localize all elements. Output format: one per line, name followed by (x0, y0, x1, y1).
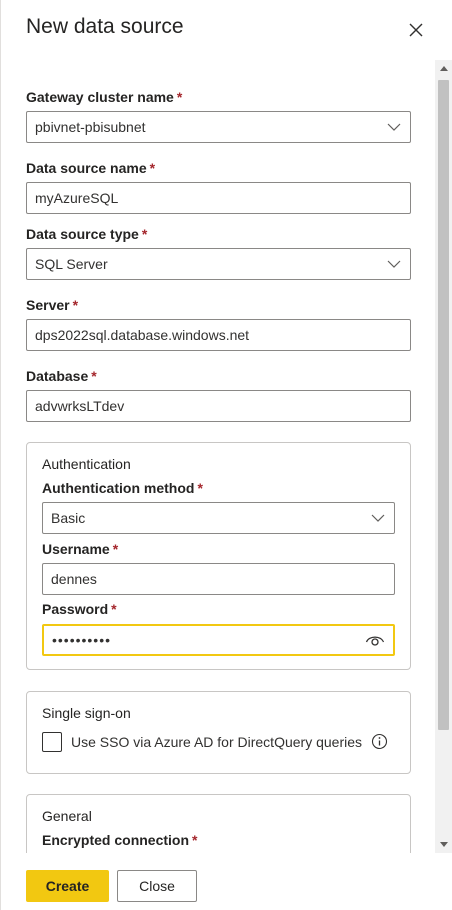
close-icon[interactable] (405, 19, 427, 41)
password-value: •••••••••• (52, 632, 112, 648)
close-button[interactable]: Close (117, 870, 197, 902)
general-group: General Encrypted connection * (26, 794, 411, 853)
required-marker: * (141, 226, 148, 242)
server-label-text: Server (26, 297, 70, 313)
required-marker: * (72, 297, 79, 313)
username-label: Username * (42, 541, 118, 557)
authentication-title: Authentication (42, 456, 131, 472)
encrypted-connection-label-text: Encrypted connection (42, 832, 190, 848)
password-input[interactable]: •••••••••• (42, 624, 395, 656)
database-value: advwrksLTdev (35, 398, 125, 414)
auth-method-label: Authentication method * (42, 480, 203, 496)
new-data-source-panel: New data source Gateway cluster name * pb… (0, 0, 452, 910)
data-source-type-value: SQL Server (35, 256, 108, 272)
database-label: Database * (26, 368, 97, 384)
scroll-up-arrow-icon[interactable] (435, 60, 452, 77)
password-label-text: Password (42, 601, 109, 617)
server-input[interactable]: dps2022sql.database.windows.net (26, 319, 411, 351)
info-icon[interactable] (371, 733, 388, 750)
sso-checkbox-label: Use SSO via Azure AD for DirectQuery que… (71, 734, 362, 750)
dialog-footer: Create Close (1, 853, 452, 910)
required-marker: * (112, 541, 119, 557)
chevron-down-icon (387, 123, 401, 131)
single-sign-on-group: Single sign-on Use SSO via Azure AD for … (26, 691, 411, 774)
data-source-name-label: Data source name * (26, 160, 155, 176)
server-label: Server * (26, 297, 78, 313)
required-marker: * (197, 480, 203, 496)
gateway-cluster-label-text: Gateway cluster name (26, 89, 174, 105)
create-button[interactable]: Create (26, 870, 109, 902)
auth-method-dropdown[interactable]: Basic (42, 502, 395, 534)
auth-method-value: Basic (51, 510, 86, 526)
dialog-title: New data source (26, 15, 184, 38)
chevron-down-icon (387, 260, 401, 268)
scrollbar-thumb[interactable] (438, 80, 449, 730)
required-marker: * (149, 160, 156, 176)
username-value: dennes (51, 571, 97, 587)
data-source-type-label: Data source type * (26, 226, 147, 242)
password-label: Password * (42, 601, 117, 617)
sso-checkbox[interactable] (42, 732, 62, 752)
data-source-type-dropdown[interactable]: SQL Server (26, 248, 411, 280)
eye-icon[interactable] (365, 632, 385, 648)
required-marker: * (192, 832, 198, 848)
required-marker: * (111, 601, 117, 617)
username-input[interactable]: dennes (42, 563, 395, 595)
required-marker: * (91, 368, 97, 384)
required-marker: * (176, 89, 183, 105)
dialog-header: New data source (1, 0, 452, 58)
database-label-text: Database (26, 368, 89, 384)
data-source-name-input[interactable]: myAzureSQL (26, 182, 411, 214)
vertical-scrollbar[interactable] (435, 60, 452, 853)
sso-title: Single sign-on (42, 705, 131, 721)
data-source-type-label-text: Data source type (26, 226, 139, 242)
general-title: General (42, 808, 92, 824)
chevron-down-icon (371, 514, 385, 522)
authentication-group: Authentication Authentication method * Ba… (26, 442, 411, 670)
encrypted-connection-label: Encrypted connection * (42, 832, 197, 848)
username-label-text: Username (42, 541, 110, 557)
gateway-cluster-dropdown[interactable]: pbivnet-pbisubnet (26, 111, 411, 143)
scroll-down-arrow-icon[interactable] (435, 836, 452, 853)
data-source-name-value: myAzureSQL (35, 190, 119, 206)
gateway-cluster-label: Gateway cluster name * (26, 89, 182, 105)
auth-method-label-text: Authentication method (42, 480, 195, 496)
gateway-cluster-value: pbivnet-pbisubnet (35, 119, 146, 135)
server-value: dps2022sql.database.windows.net (35, 327, 250, 343)
form-scroll-area[interactable]: Gateway cluster name * pbivnet-pbisubnet … (1, 60, 452, 853)
database-input[interactable]: advwrksLTdev (26, 390, 411, 422)
data-source-name-label-text: Data source name (26, 160, 147, 176)
